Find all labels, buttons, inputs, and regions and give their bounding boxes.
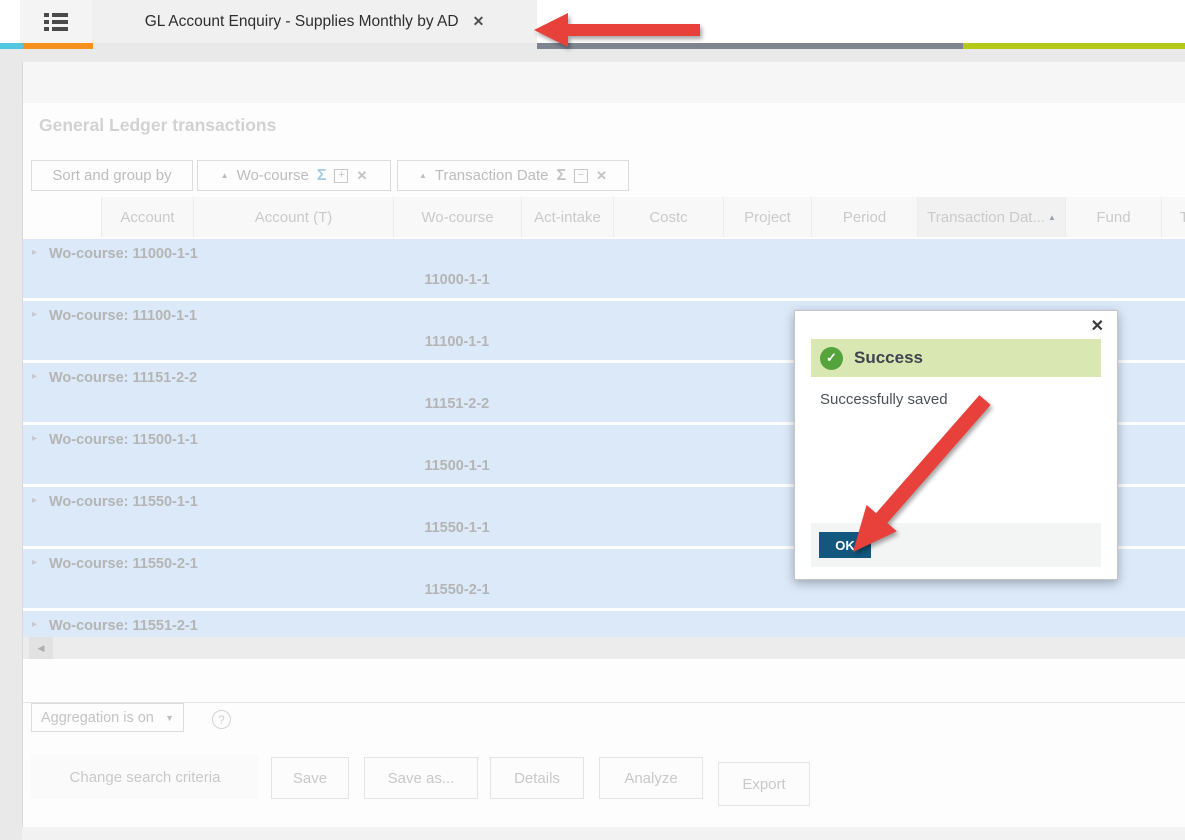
group-label: Wo-course: 11151-2-2 [49, 370, 197, 386]
tab-title: GL Account Enquiry - Supplies Monthly by… [145, 13, 459, 31]
column-header-account[interactable]: Account [101, 197, 193, 237]
remove-chip-icon[interactable]: ✕ [596, 168, 607, 184]
save-button[interactable]: Save [271, 757, 349, 799]
brand-strip-orange [23, 43, 93, 49]
column-header-account-t[interactable]: Account (T) [193, 197, 393, 237]
wo-course-value: 11550-2-1 [393, 582, 521, 598]
sum-icon[interactable]: Σ [557, 167, 567, 185]
group-label: Wo-course: 11550-1-1 [49, 494, 198, 510]
wo-course-value: 11151-2-2 [393, 396, 521, 412]
column-header-wo-course[interactable]: Wo-course [393, 197, 521, 237]
column-header-tr[interactable]: Tr [1161, 197, 1185, 237]
aggregation-label: Aggregation is on [41, 710, 154, 726]
dialog-message: Successfully saved [820, 391, 948, 408]
analyze-button[interactable]: Analyze [599, 757, 703, 799]
page-title: General Ledger transactions [23, 103, 1185, 147]
group-label: Wo-course: 11550-2-1 [49, 556, 198, 572]
sort-asc-icon: ▲ [1048, 213, 1056, 222]
wo-course-value: 11500-1-1 [393, 458, 521, 474]
sort-and-group-button[interactable]: Sort and group by [31, 160, 193, 191]
group-row[interactable]: ▸ Wo-course: 11000-1-1 11000-1-1 [23, 239, 1185, 298]
column-header-act-intake[interactable]: Act-intake [521, 197, 613, 237]
horizontal-scrollbar[interactable]: ◀ [23, 637, 1185, 659]
row-expander-icon[interactable]: ▸ [32, 619, 37, 630]
change-search-criteria-button[interactable]: Change search criteria [31, 755, 259, 799]
help-icon[interactable]: ? [212, 710, 231, 729]
menu-icon [44, 12, 68, 32]
sort-asc-icon: ▲ [419, 171, 427, 180]
tab-close-icon[interactable]: ✕ [473, 13, 485, 30]
grid-header-row: Account Account (T) Wo-course Act-intake… [23, 197, 1185, 237]
brand-strip-gray [537, 43, 963, 49]
close-icon[interactable]: ✕ [1091, 316, 1104, 336]
scroll-left-icon: ◀ [38, 643, 45, 654]
success-dialog: ✕ ✓ Success Successfully saved OK [794, 310, 1118, 580]
row-expander-icon[interactable]: ▸ [32, 371, 37, 382]
row-expander-icon[interactable]: ▸ [32, 495, 37, 506]
group-label: Wo-course: 11500-1-1 [49, 432, 198, 448]
dialog-footer: OK [811, 523, 1101, 567]
details-button[interactable]: Details [490, 757, 584, 799]
sort-group-label: Sort and group by [52, 167, 171, 184]
chevron-down-icon: ▼ [165, 713, 174, 723]
remove-chip-icon[interactable]: ✕ [356, 168, 367, 184]
app-window: GL Account Enquiry - Supplies Monthly by… [0, 0, 1185, 840]
save-as-button[interactable]: Save as... [364, 757, 478, 799]
column-header-project[interactable]: Project [723, 197, 811, 237]
wo-course-value: 11000-1-1 [393, 272, 521, 288]
row-expander-icon[interactable]: ▸ [32, 557, 37, 568]
group-label: Wo-course: 11000-1-1 [49, 246, 198, 262]
bottom-band [22, 827, 1185, 840]
dialog-title: Success [854, 348, 923, 368]
collapse-box-icon[interactable]: − [574, 169, 588, 183]
footer-divider [23, 702, 1185, 703]
chip-label: Wo-course [237, 167, 309, 184]
column-header-expander [23, 197, 101, 237]
column-header-costc[interactable]: Costc [613, 197, 723, 237]
group-label: Wo-course: 11551-2-1 [49, 618, 198, 634]
group-chip-wo-course[interactable]: ▲ Wo-course Σ + ✕ [197, 160, 391, 191]
group-chip-transaction-date[interactable]: ▲ Transaction Date Σ − ✕ [397, 160, 629, 191]
sum-icon[interactable]: Σ [317, 167, 327, 185]
success-banner: ✓ Success [811, 339, 1101, 377]
row-expander-icon[interactable]: ▸ [32, 309, 37, 320]
success-check-icon: ✓ [820, 347, 843, 370]
group-row[interactable]: ▸ Wo-course: 11551-2-1 11551-2-1 [23, 611, 1185, 637]
column-header-period[interactable]: Period [811, 197, 917, 237]
group-label: Wo-course: 11100-1-1 [49, 308, 197, 324]
aggregation-dropdown[interactable]: Aggregation is on ▼ [31, 703, 184, 732]
row-expander-icon[interactable]: ▸ [32, 247, 37, 258]
top-bar: GL Account Enquiry - Supplies Monthly by… [0, 0, 1185, 43]
row-expander-icon[interactable]: ▸ [32, 433, 37, 444]
brand-strip-cyan [0, 43, 23, 49]
column-header-transaction-date[interactable]: Transaction Dat... ▲ [917, 197, 1065, 237]
sort-asc-icon: ▲ [221, 171, 229, 180]
scroll-left-button[interactable]: ◀ [29, 637, 53, 659]
column-header-fund[interactable]: Fund [1065, 197, 1161, 237]
brand-strip-green [963, 43, 1185, 49]
expand-box-icon[interactable]: + [334, 169, 348, 183]
export-button[interactable]: Export [718, 762, 810, 806]
wo-course-value: 11100-1-1 [393, 334, 521, 350]
ok-button[interactable]: OK [819, 532, 871, 558]
wo-course-value: 11550-1-1 [393, 520, 521, 536]
chip-label: Transaction Date [435, 167, 549, 184]
tab-gl-account-enquiry[interactable]: GL Account Enquiry - Supplies Monthly by… [92, 0, 537, 43]
panel-top-band [23, 62, 1185, 103]
menu-button[interactable] [20, 0, 92, 43]
